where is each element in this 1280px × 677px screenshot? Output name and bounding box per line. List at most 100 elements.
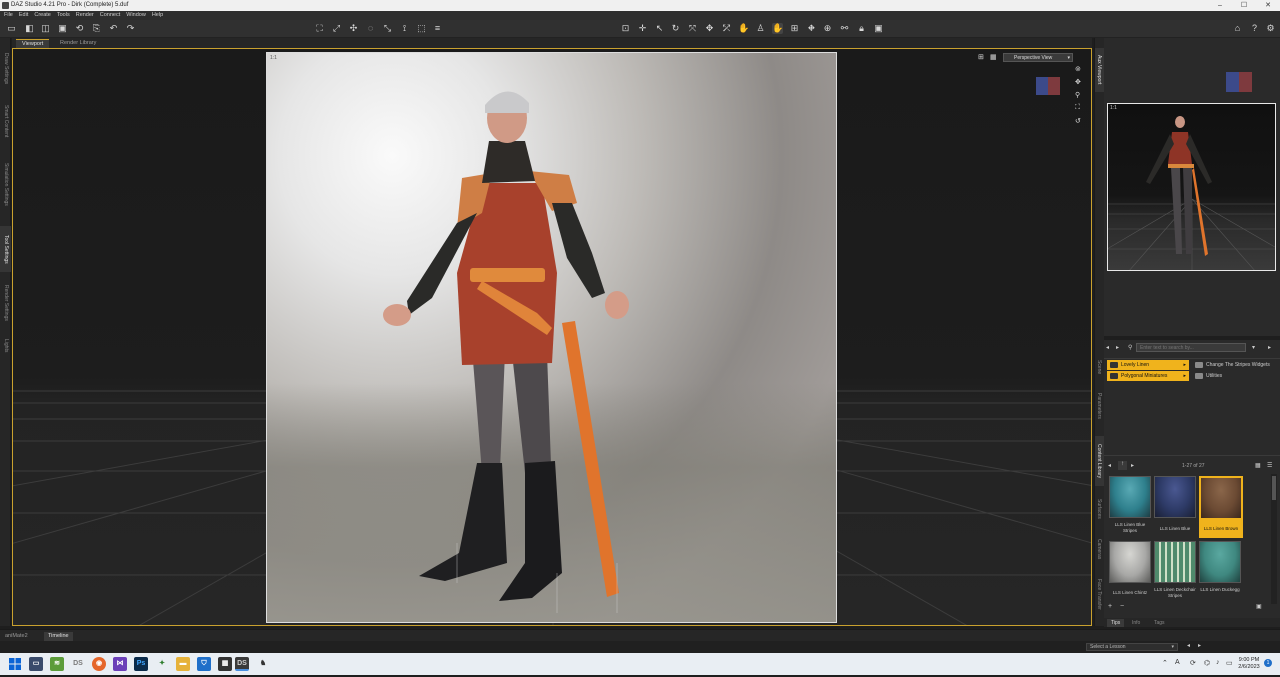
tab-face-transfer[interactable]: Face Transfer: [1095, 574, 1104, 614]
camera-frame-icon[interactable]: ⊡: [620, 23, 631, 34]
tab-render-settings[interactable]: Render Settings: [0, 278, 11, 328]
view-cube[interactable]: [1036, 77, 1061, 95]
export-icon[interactable]: ⎘: [91, 23, 102, 34]
menu-connect[interactable]: Connect: [100, 11, 121, 20]
joint-editor-icon[interactable]: ⤢: [331, 23, 342, 34]
next-page-icon[interactable]: ▸: [1131, 462, 1134, 469]
file-explorer-icon[interactable]: ▬: [176, 657, 190, 671]
folder-change-stripes[interactable]: Change The Stripes Widgets: [1195, 360, 1270, 370]
input-method-icon[interactable]: A: [1175, 659, 1180, 666]
thumb-lls-linen-blue[interactable]: [1154, 476, 1196, 518]
reset-view-icon[interactable]: ↺: [1075, 117, 1081, 125]
redo-icon[interactable]: ↷: [125, 23, 136, 34]
node-selection-icon[interactable]: ⛖: [806, 23, 817, 34]
tab-animate2[interactable]: aniMate2: [5, 632, 28, 641]
scrollbar-thumb[interactable]: [1272, 476, 1276, 500]
surface-selection-icon[interactable]: ✋: [772, 23, 783, 34]
tab-tool-settings[interactable]: Tool Settings: [0, 226, 11, 272]
remove-icon[interactable]: −: [1120, 603, 1124, 610]
lesson-prev-icon[interactable]: ◂: [1187, 642, 1190, 649]
drawstyle-icon[interactable]: ▦: [990, 53, 997, 61]
windows-start-icon[interactable]: [8, 657, 22, 671]
tab-draw-settings[interactable]: Draw Settings: [0, 46, 11, 92]
tab-smart-content[interactable]: Smart Content: [0, 98, 11, 144]
node-weight-icon[interactable]: ⛶: [314, 23, 325, 34]
add-icon[interactable]: +: [1108, 603, 1112, 610]
thumb-lls-linen-duckegg[interactable]: [1199, 541, 1241, 583]
region-icon[interactable]: ◌: [365, 23, 376, 34]
visual-studio-icon[interactable]: ⋈: [113, 657, 127, 671]
tray-expand-icon[interactable]: ⌃: [1162, 659, 1168, 667]
notification-icon[interactable]: 1: [1264, 659, 1272, 667]
lesson-select[interactable]: Select a Lesson ▾: [1086, 643, 1178, 651]
photoshop-icon[interactable]: Ps: [134, 657, 148, 671]
frame-icon[interactable]: ⛶: [1075, 104, 1080, 112]
viewport[interactable]: 1:1 ⊞ ▦ Perspective View ▾ ⊚ ✥ ⚲ ⛶ ↺: [12, 48, 1092, 626]
home-icon[interactable]: ⌂: [1232, 23, 1243, 34]
lock-icon[interactable]: 🔒︎: [856, 23, 867, 34]
menu-create[interactable]: Create: [34, 11, 51, 20]
link-icon[interactable]: ⚯: [839, 23, 850, 34]
active-pose-icon[interactable]: ⤱: [721, 23, 732, 34]
whats-this-icon[interactable]: ?: [1249, 23, 1260, 34]
figure-icon[interactable]: ♙: [755, 23, 766, 34]
speaker-icon[interactable]: ♪: [1216, 659, 1220, 666]
filter-dropdown-icon[interactable]: ▾: [1252, 344, 1255, 351]
new-file-icon[interactable]: ▭: [6, 23, 17, 34]
calculator-icon[interactable]: ▦: [218, 657, 232, 671]
sync-icon[interactable]: ⟳: [1190, 659, 1196, 667]
tab-parameters[interactable]: Parameters: [1095, 386, 1104, 426]
view-select[interactable]: Perspective View ▾: [1003, 53, 1073, 62]
search-input[interactable]: [1136, 343, 1246, 352]
thumb-size-icon[interactable]: ▣: [1256, 603, 1262, 610]
tab-info[interactable]: Info: [1132, 619, 1140, 627]
light-icon[interactable]: ⊕: [822, 23, 833, 34]
tab-timeline[interactable]: Timeline: [44, 632, 73, 641]
thumb-lls-linen-deckchair[interactable]: [1154, 541, 1196, 583]
minimize-button[interactable]: –: [1208, 0, 1232, 11]
shield-app-icon[interactable]: ⛉: [197, 657, 211, 671]
rotate-icon[interactable]: ↻: [670, 23, 681, 34]
transform-icon[interactable]: ✣: [348, 23, 359, 34]
thumb-lls-linen-blue-stripes[interactable]: [1109, 476, 1151, 518]
tab-tips[interactable]: Tips: [1107, 619, 1125, 627]
open-folder-icon[interactable]: ◧: [24, 23, 35, 34]
zoom-icon[interactable]: ⚲: [1075, 91, 1080, 99]
tab-simulation-settings[interactable]: Simulation Settings: [0, 150, 11, 218]
network-icon[interactable]: ⌬: [1204, 659, 1210, 667]
menu-window[interactable]: Window: [126, 11, 146, 20]
category-polygonal-miniatures[interactable]: Polygonal Miniatures ▸: [1107, 371, 1189, 381]
daz-app-icon[interactable]: DS: [71, 657, 85, 671]
prev-page-icon[interactable]: ◂: [1108, 462, 1111, 469]
daz-studio-active-icon[interactable]: DS: [235, 657, 249, 671]
menu-render[interactable]: Render: [76, 11, 94, 20]
firefox-icon[interactable]: ◉: [92, 657, 106, 671]
tab-aux-viewport[interactable]: Aux Viewport: [1095, 48, 1104, 92]
tab-cameras[interactable]: Cameras: [1095, 534, 1104, 564]
revert-icon[interactable]: ⟲: [74, 23, 85, 34]
tab-tags[interactable]: Tags: [1154, 619, 1165, 627]
back-icon[interactable]: ◂: [1106, 344, 1109, 351]
viewport-options-icon[interactable]: ⊞: [978, 53, 984, 61]
search-icon[interactable]: ⚲: [1128, 344, 1132, 351]
thumb-lls-linen-brown[interactable]: LLS Linen Brown: [1199, 476, 1243, 538]
battery-icon[interactable]: ▭: [1226, 659, 1233, 667]
merge-icon[interactable]: ◫: [40, 23, 51, 34]
tab-content-library[interactable]: Content Library: [1095, 436, 1104, 486]
figure-app-icon[interactable]: ♞: [256, 657, 270, 671]
hexagon-app-icon[interactable]: ✦: [155, 657, 169, 671]
page-select-icon[interactable]: ↑: [1118, 461, 1127, 470]
tab-lights[interactable]: Lights: [0, 334, 11, 358]
orbit-icon[interactable]: ⊚: [1075, 65, 1081, 73]
universal-tool-icon[interactable]: ✛: [637, 23, 648, 34]
list-view-icon[interactable]: ☰: [1267, 462, 1272, 469]
scrollbar[interactable]: [1271, 474, 1277, 604]
pan-icon[interactable]: ✥: [1075, 78, 1081, 86]
grid-view-icon[interactable]: ▦: [1255, 462, 1261, 469]
category-lovely-linen[interactable]: Lovely Linen ▸: [1107, 360, 1189, 370]
undo-icon[interactable]: ↶: [108, 23, 119, 34]
thumb-lls-linen-chintz[interactable]: [1109, 541, 1151, 583]
save-icon[interactable]: ▣: [57, 23, 68, 34]
geometry-editor-icon[interactable]: ⤡: [382, 23, 393, 34]
clock[interactable]: 9:00 PM 2/6/2023: [1236, 657, 1262, 671]
